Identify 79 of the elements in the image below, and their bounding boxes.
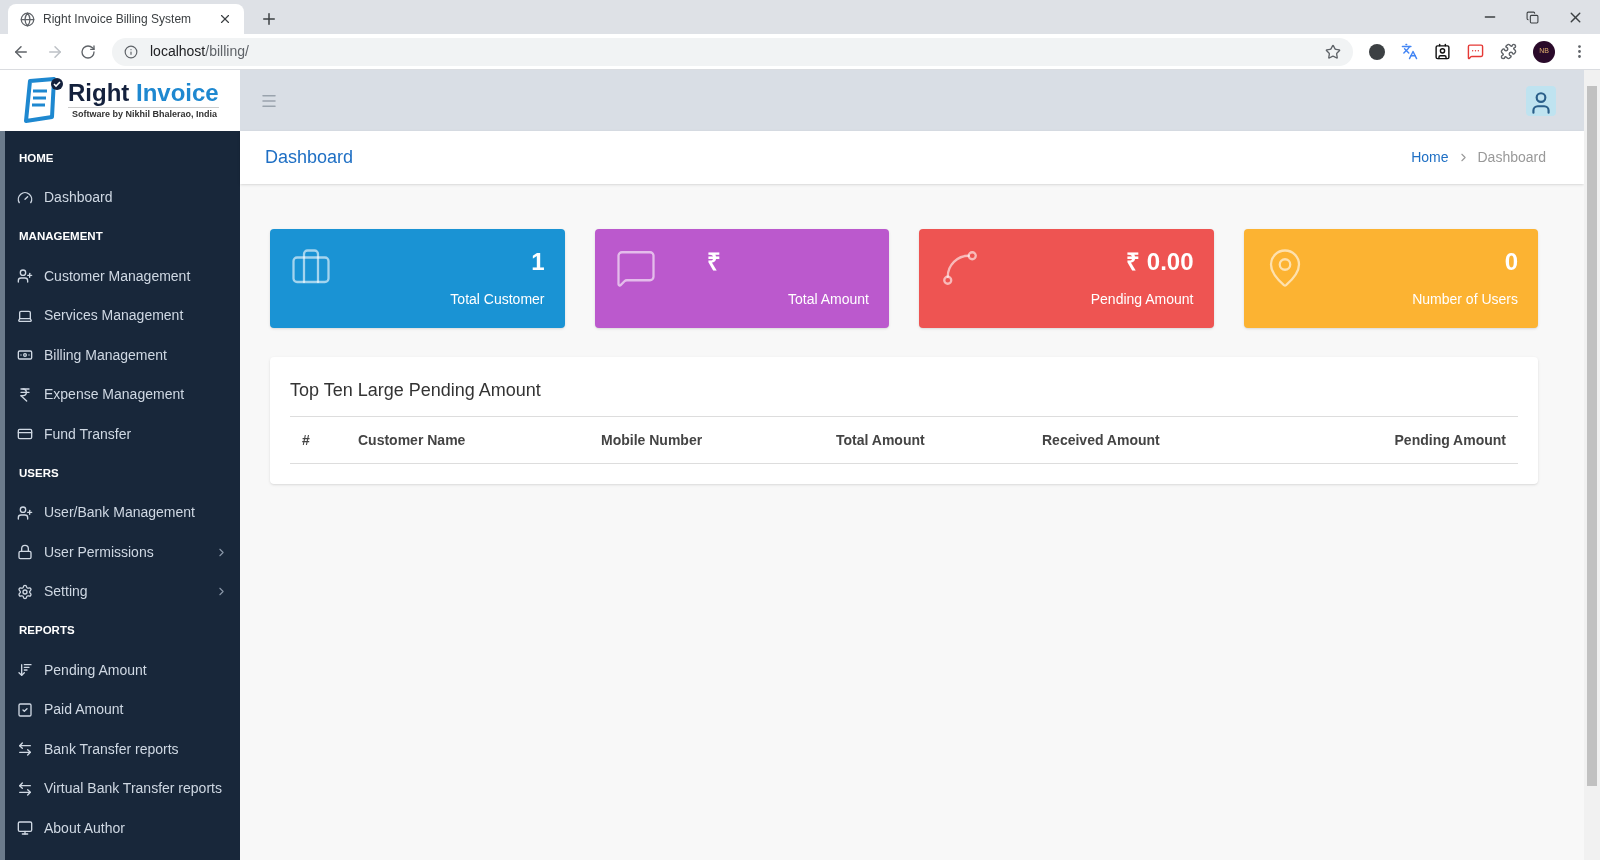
stat-label: Pending Amount — [1090, 290, 1194, 309]
sidebar-item-label: Setting — [44, 582, 89, 602]
globe-icon — [20, 11, 35, 27]
sidebar-item[interactable]: Paid Amount — [5, 690, 240, 730]
sidebar-section-title: USERS — [18, 465, 60, 481]
translate-icon[interactable] — [1401, 43, 1418, 60]
sidebar-item[interactable]: User Permissions — [5, 532, 240, 572]
checkbox-icon — [17, 701, 33, 718]
sidebar-item[interactable]: Setting — [5, 572, 240, 612]
rupee-icon — [17, 386, 33, 403]
column-header: Received Amount — [1042, 430, 1161, 450]
stat-label: Total Customer — [450, 290, 545, 309]
sort-icon — [17, 662, 33, 679]
sidebar-item[interactable]: About Author — [5, 808, 240, 848]
sidebar-item[interactable]: Bank Transfer reports — [5, 729, 240, 769]
column-header: Mobile Number — [601, 430, 704, 450]
sidebar-section-title: HOME — [18, 150, 55, 166]
sidebar-item[interactable]: Expense Management — [5, 375, 240, 415]
transfer-arrows-icon — [17, 741, 33, 758]
stat-label: Total Amount — [788, 290, 869, 309]
sidebar-section-title: MANAGEMENT — [18, 229, 104, 245]
tab-title: Right Invoice Billing System — [43, 11, 193, 28]
sidebar-item-label: Dashboard — [44, 188, 114, 208]
user-plus-icon — [17, 268, 33, 285]
sidebar-item-label: Billing Management — [44, 345, 168, 365]
column-header: Pending Amount — [1393, 430, 1506, 450]
new-tab-icon[interactable] — [260, 10, 278, 28]
column-header: Customer Name — [358, 430, 467, 450]
sidebar-item[interactable]: Dashboard — [5, 178, 240, 218]
sidebar-item-label: Paid Amount — [44, 700, 125, 720]
lock-icon — [17, 544, 33, 561]
sidebar-item-label: Services Management — [44, 306, 185, 326]
close-icon[interactable] — [218, 12, 232, 26]
stat-label: Number of Users — [1412, 290, 1518, 309]
stat-value: 0 — [1504, 247, 1518, 277]
settings-icon — [17, 583, 33, 600]
sidebar-item[interactable]: Billing Management — [5, 335, 240, 375]
sidebar-item-label: About Author — [44, 818, 126, 838]
sidebar-item[interactable]: Pending Amount — [5, 650, 240, 690]
address-bar[interactable]: localhost/billing/ — [112, 37, 1353, 66]
sidebar-item-label: Virtual Bank Transfer reports — [44, 779, 223, 799]
contact-card-icon[interactable] — [1434, 43, 1451, 60]
logo-title: Right Invoice — [68, 79, 219, 108]
puzzle-icon[interactable] — [1500, 43, 1517, 60]
sidebar-item[interactable]: Services Management — [5, 296, 240, 336]
sidebar-item-label: Fund Transfer — [44, 424, 133, 444]
column-header: Total Amount — [836, 430, 926, 450]
stat-value: ₹ 0.00 — [1126, 247, 1194, 277]
transfer-arrows-icon — [17, 780, 33, 797]
reload-icon[interactable] — [80, 43, 96, 60]
stat-value: 1 — [531, 247, 545, 277]
url-text: localhost/billing/ — [150, 42, 250, 61]
sidebar-item-label: User/Bank Management — [44, 503, 196, 523]
sidebar-item-label: Expense Management — [44, 385, 186, 405]
user-avatar[interactable] — [1526, 85, 1556, 116]
breadcrumb-current: Dashboard — [1477, 148, 1546, 167]
table-title: Top Ten Large Pending Amount — [290, 377, 1518, 417]
sidebar-item-label: User Permissions — [44, 542, 155, 562]
monitor-icon — [17, 820, 33, 837]
restore-icon[interactable] — [1526, 10, 1539, 24]
user-plus-icon — [17, 504, 33, 521]
sidebar-item[interactable]: User/Bank Management — [5, 493, 240, 533]
star-icon[interactable] — [1325, 43, 1341, 60]
sidebar-item-label: Bank Transfer reports — [44, 739, 180, 759]
column-header: # — [302, 430, 311, 450]
chat-bubble-icon[interactable] — [1467, 43, 1484, 60]
sidebar-section-title: REPORTS — [18, 623, 76, 639]
sidebar-item-label: Pending Amount — [44, 660, 148, 680]
browser-tab[interactable]: Right Invoice Billing System — [8, 4, 244, 34]
sidebar-item[interactable]: Virtual Bank Transfer reports — [5, 769, 240, 809]
gauge-icon — [17, 189, 33, 206]
sidebar-item[interactable]: Customer Management — [5, 256, 240, 296]
stat-value: ₹ — [706, 247, 721, 277]
page-title: Dashboard — [265, 146, 354, 169]
breadcrumb-link[interactable]: Home — [1411, 147, 1449, 168]
sidebar-item-label: Customer Management — [44, 266, 192, 286]
logo-subtitle: Software by Nikhil Bhalerao, India — [68, 107, 219, 122]
sidebar-item[interactable]: Fund Transfer — [5, 414, 240, 454]
info-icon — [124, 44, 138, 59]
